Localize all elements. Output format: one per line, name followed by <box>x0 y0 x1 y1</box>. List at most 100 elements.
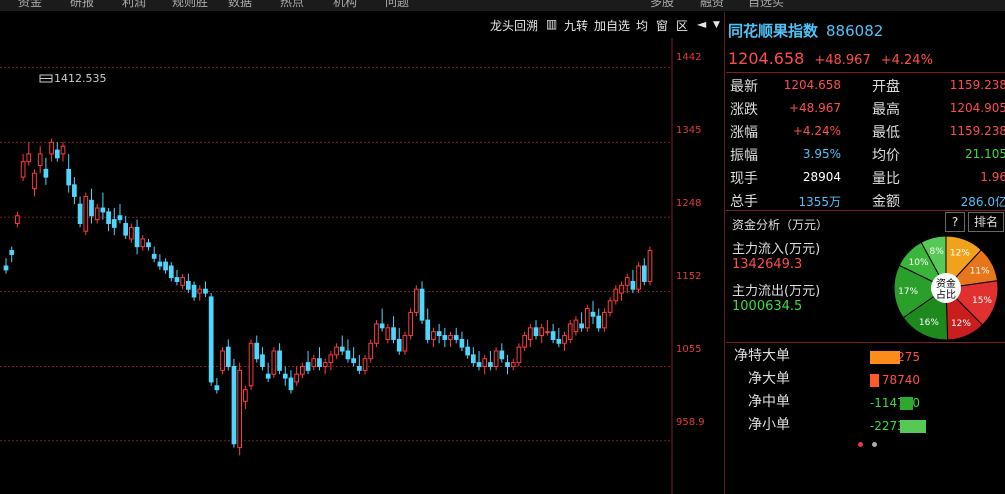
candle[interactable] <box>203 281 208 297</box>
candle[interactable] <box>151 246 157 263</box>
candle[interactable] <box>322 358 328 375</box>
candle[interactable] <box>334 343 339 359</box>
menu-item[interactable]: 多股 <box>650 0 674 10</box>
candle[interactable] <box>174 269 180 286</box>
candle[interactable] <box>499 343 505 363</box>
menu-item[interactable]: 热点 <box>280 0 304 10</box>
candle[interactable] <box>163 258 168 274</box>
toolbar-average[interactable]: 均 <box>636 17 648 34</box>
candle[interactable] <box>117 204 123 224</box>
candle[interactable] <box>522 331 527 352</box>
candle[interactable] <box>562 331 567 352</box>
candle[interactable] <box>374 320 379 348</box>
candle[interactable] <box>54 142 60 162</box>
menu-item[interactable]: 机构 <box>333 0 357 10</box>
candle[interactable] <box>305 351 311 375</box>
candle[interactable] <box>641 258 647 286</box>
candle[interactable] <box>573 316 579 336</box>
candle[interactable] <box>248 339 254 390</box>
candle[interactable] <box>66 153 72 193</box>
candle[interactable] <box>459 331 465 352</box>
candle[interactable] <box>607 296 613 317</box>
candle[interactable] <box>243 385 248 409</box>
candle[interactable] <box>146 238 151 251</box>
candle[interactable] <box>647 246 653 286</box>
candle[interactable] <box>37 146 43 174</box>
square-icon[interactable]: ▥ <box>546 17 557 31</box>
candle[interactable] <box>436 323 442 344</box>
candle[interactable] <box>431 327 436 348</box>
candle[interactable] <box>505 354 510 375</box>
candle[interactable] <box>596 308 602 332</box>
candle[interactable] <box>476 351 482 371</box>
candle[interactable] <box>396 327 402 355</box>
candle[interactable] <box>311 354 317 371</box>
fund-pie-chart[interactable]: 12%11%15%12%16%17%10%8% 资金占比 <box>889 234 1003 342</box>
menu-item[interactable]: 问题 <box>385 0 409 10</box>
candle[interactable] <box>619 281 624 301</box>
candle[interactable] <box>408 308 413 340</box>
rank-button[interactable]: 排名 <box>968 212 1004 232</box>
candle[interactable] <box>516 343 522 367</box>
candle[interactable] <box>567 320 573 344</box>
candle[interactable] <box>488 351 493 371</box>
chevron-down-icon[interactable]: ▼ <box>713 20 720 30</box>
candle[interactable] <box>402 331 408 355</box>
candle[interactable] <box>379 308 385 332</box>
menu-item[interactable]: 数据 <box>228 0 252 10</box>
toolbar-window[interactable]: 窗 <box>656 17 668 34</box>
candle[interactable] <box>197 285 203 301</box>
candle[interactable] <box>208 293 214 386</box>
candle[interactable] <box>129 223 134 243</box>
candle[interactable] <box>453 327 459 344</box>
candle[interactable] <box>356 354 362 375</box>
candle[interactable] <box>419 281 425 324</box>
candle[interactable] <box>94 204 100 224</box>
candle[interactable] <box>123 215 129 239</box>
candle[interactable] <box>49 138 54 162</box>
candle[interactable] <box>168 262 174 282</box>
candle[interactable] <box>413 285 419 317</box>
candle[interactable] <box>448 331 453 348</box>
candle[interactable] <box>106 208 111 232</box>
page-dot-active[interactable] <box>858 442 863 447</box>
menu-item[interactable]: 研报 <box>70 0 94 10</box>
candle[interactable] <box>271 347 277 379</box>
candle[interactable] <box>282 366 288 386</box>
candle[interactable] <box>237 362 243 456</box>
candle[interactable] <box>556 327 562 348</box>
candle[interactable] <box>77 196 83 228</box>
candle[interactable] <box>83 192 89 236</box>
candle[interactable] <box>339 335 345 355</box>
candle[interactable] <box>277 343 282 375</box>
candle[interactable] <box>584 304 590 332</box>
candle[interactable] <box>294 366 300 386</box>
candle[interactable] <box>15 211 20 228</box>
menu-item[interactable]: 自选买 <box>748 0 784 10</box>
candle[interactable] <box>590 300 596 324</box>
toolbar-dragon-head[interactable]: 龙头回溯 <box>490 17 538 34</box>
candle[interactable] <box>265 362 271 382</box>
candle[interactable] <box>510 358 516 371</box>
candle[interactable] <box>636 262 641 294</box>
candle[interactable] <box>191 281 197 301</box>
candle[interactable] <box>465 339 470 359</box>
candle[interactable] <box>351 347 356 367</box>
candle[interactable] <box>624 273 630 294</box>
candle[interactable] <box>470 347 476 367</box>
menu-item[interactable]: 融资 <box>700 0 724 10</box>
candle[interactable] <box>550 323 556 344</box>
toolbar-range[interactable]: 区 <box>676 17 688 34</box>
candle[interactable] <box>111 208 117 236</box>
candle[interactable] <box>220 347 225 375</box>
candle[interactable] <box>32 169 37 197</box>
candle[interactable] <box>20 153 26 181</box>
candle[interactable] <box>26 142 32 166</box>
candle[interactable] <box>442 327 448 348</box>
candle[interactable] <box>72 177 77 205</box>
menu-item[interactable]: 利润 <box>122 0 146 10</box>
toolbar-nine-turn[interactable]: 九转 <box>564 17 588 34</box>
index-title[interactable]: 同花顺果指数 886082 <box>728 20 883 41</box>
help-button[interactable]: ? <box>945 212 965 232</box>
candle[interactable] <box>300 362 305 379</box>
